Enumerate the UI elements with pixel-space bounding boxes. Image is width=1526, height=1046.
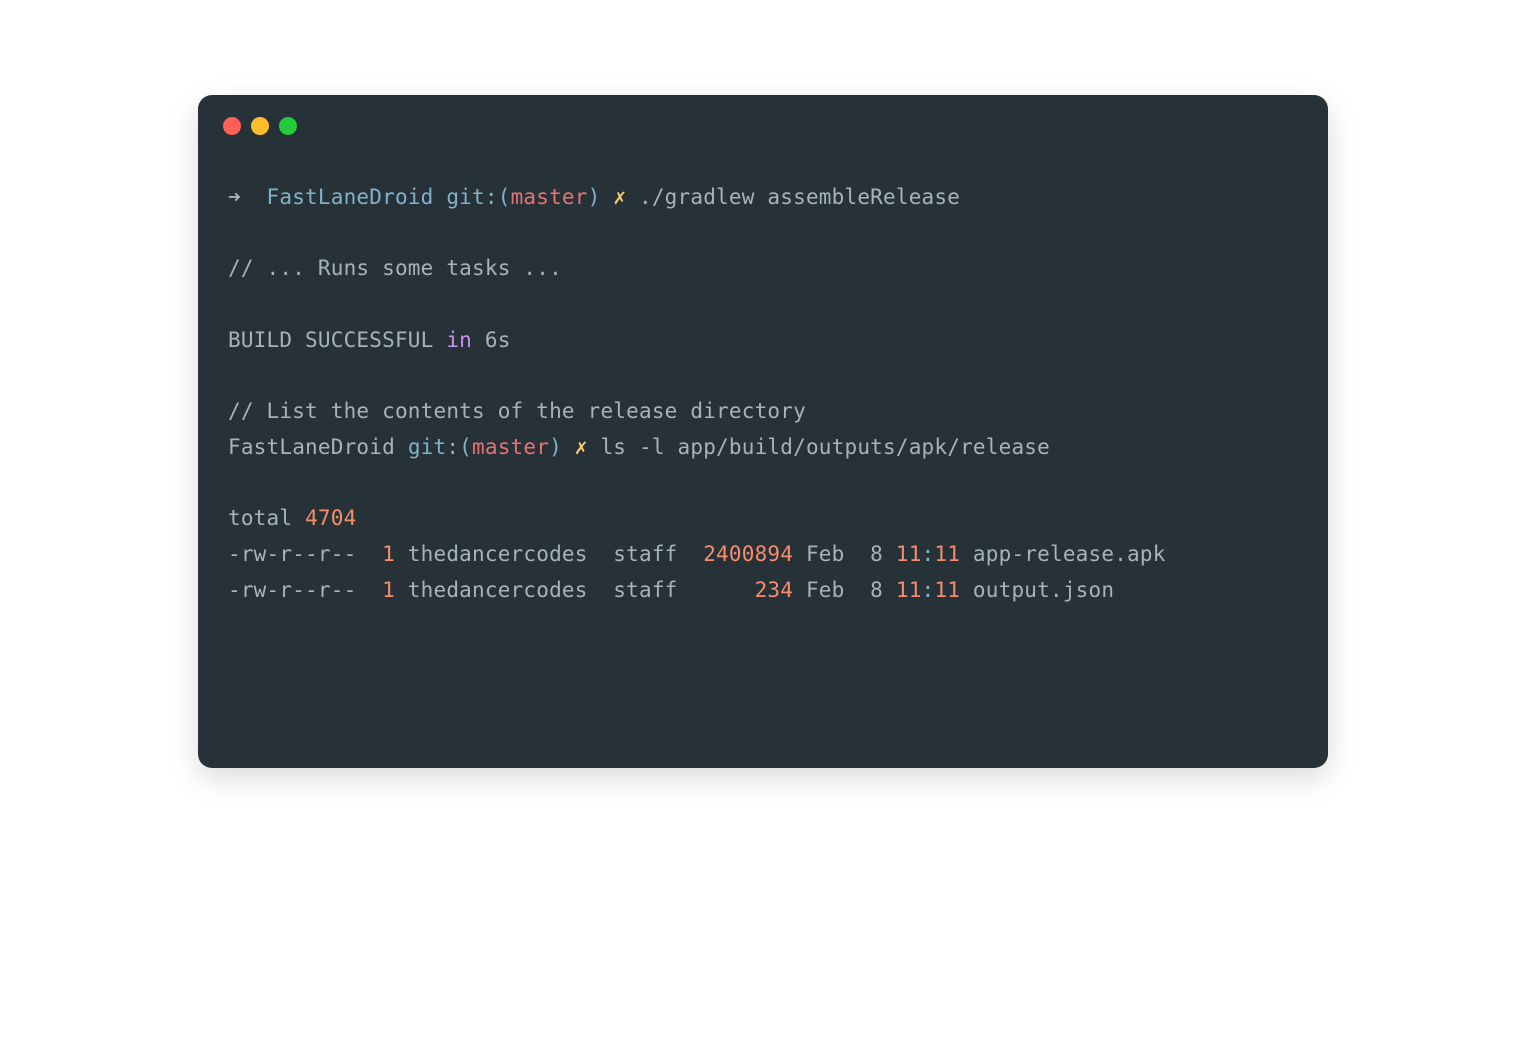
ls-total-label: total <box>228 506 305 530</box>
comment-line: // ... Runs some tasks ... <box>228 256 562 280</box>
git-close: ) <box>549 435 575 459</box>
git-dirty-icon: ✗ <box>613 185 626 209</box>
maximize-icon[interactable] <box>279 117 297 135</box>
window-title-bar <box>198 95 1328 135</box>
git-branch: master <box>511 185 588 209</box>
prompt-cwd: FastLaneDroid <box>267 185 447 209</box>
minimize-icon[interactable] <box>251 117 269 135</box>
ls-filename: app-release.apk <box>960 542 1166 566</box>
ls-date: Feb 8 <box>793 578 896 602</box>
terminal-window: ➜ FastLaneDroid git:(master) ✗ ./gradlew… <box>198 95 1328 768</box>
command-text: ./gradlew assembleRelease <box>626 185 960 209</box>
ls-colon: : <box>922 578 935 602</box>
build-in-keyword: in <box>446 328 472 352</box>
ls-hour: 11 <box>896 578 922 602</box>
ls-minute: 11 <box>934 578 960 602</box>
comment-line: // List the contents of the release dire… <box>228 399 806 423</box>
git-close: ) <box>588 185 614 209</box>
terminal-output: ➜ FastLaneDroid git:(master) ✗ ./gradlew… <box>198 135 1328 768</box>
ls-hour: 11 <box>896 542 922 566</box>
ls-links: 1 <box>382 542 395 566</box>
ls-links: 1 <box>382 578 395 602</box>
command-text: ls -l app/build/outputs/apk/release <box>588 435 1050 459</box>
ls-date: Feb 8 <box>793 542 896 566</box>
git-label: git:( <box>408 435 472 459</box>
prompt-arrow-icon: ➜ <box>228 185 267 209</box>
ls-filename: output.json <box>960 578 1114 602</box>
ls-colon: : <box>922 542 935 566</box>
ls-owner-group: thedancercodes staff <box>395 578 755 602</box>
ls-perms: -rw-r--r-- <box>228 578 382 602</box>
git-label: git:( <box>446 185 510 209</box>
git-dirty-icon: ✗ <box>575 435 588 459</box>
ls-size: 234 <box>755 578 794 602</box>
build-status: BUILD SUCCESSFUL <box>228 328 446 352</box>
ls-perms: -rw-r--r-- <box>228 542 382 566</box>
ls-owner-group: thedancercodes staff <box>395 542 703 566</box>
git-branch: master <box>472 435 549 459</box>
ls-minute: 11 <box>934 542 960 566</box>
prompt-cwd: FastLaneDroid <box>228 435 408 459</box>
ls-total-value: 4704 <box>305 506 356 530</box>
build-duration: 6s <box>472 328 511 352</box>
ls-size: 2400894 <box>703 542 793 566</box>
close-icon[interactable] <box>223 117 241 135</box>
